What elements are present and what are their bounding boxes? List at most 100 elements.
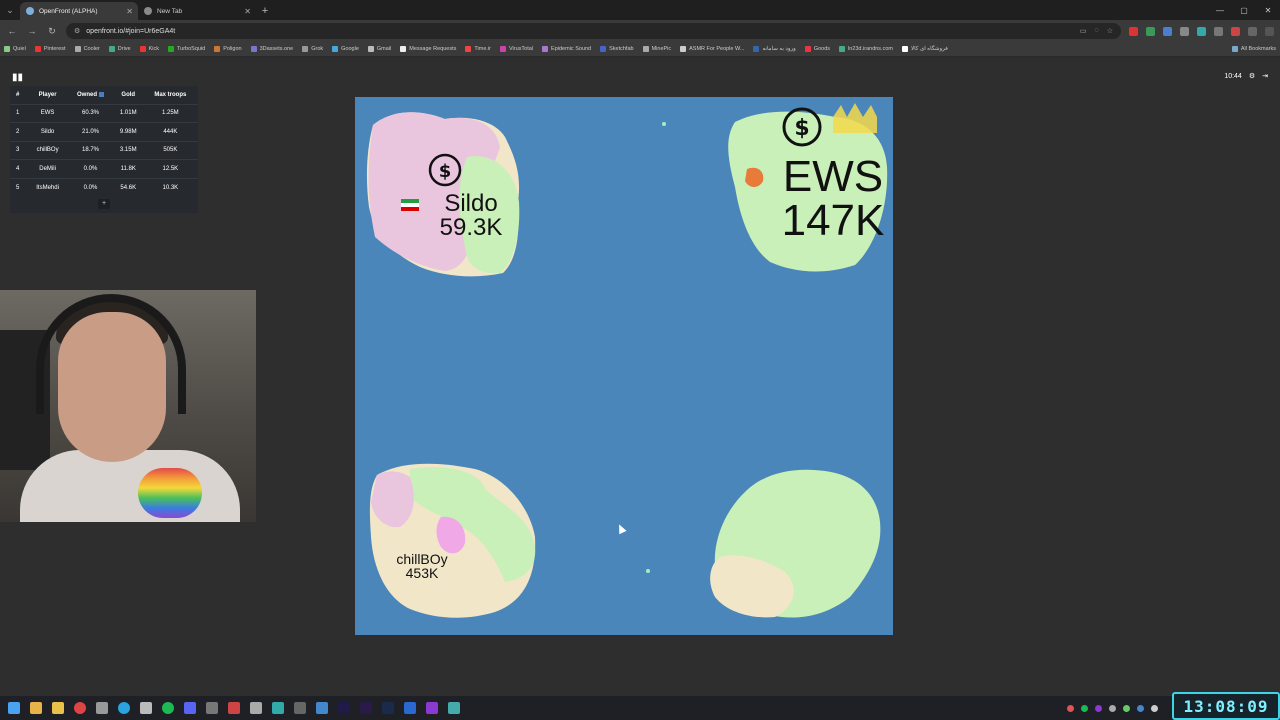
extension-icon[interactable] [1163,26,1172,36]
hide-icon[interactable]: ◌ [1095,27,1099,35]
telegram-icon[interactable] [118,702,130,714]
forward-icon[interactable]: → [26,26,38,36]
minimize-icon[interactable]: — [1208,0,1232,20]
leaderboard-cell-player: DeMili [39,165,56,172]
premiere-icon[interactable] [360,702,372,714]
tray-icon[interactable] [1081,704,1088,712]
tray-icon[interactable] [1109,704,1116,712]
leaderboard-expand-button[interactable]: + [98,198,110,209]
steam-icon[interactable] [140,702,152,714]
tray-icon[interactable] [1095,704,1102,712]
bookmark-item[interactable]: Grok [302,46,323,52]
settings-gear-icon[interactable]: ⚙ [1249,72,1255,80]
close-tab-icon[interactable]: ✕ [126,7,133,16]
close-tab-icon[interactable]: ✕ [244,7,251,16]
reload-icon[interactable]: ↻ [46,26,58,37]
tab-search-icon[interactable]: ⌄ [0,0,20,20]
app-icon[interactable] [448,702,460,714]
tab-openfront[interactable]: OpenFront (ALPHA) ✕ [20,2,138,20]
app-icon[interactable] [250,702,262,714]
bookmark-item[interactable]: Quiel [4,46,26,52]
bookmark-item[interactable]: 3Dassets.one [250,46,293,52]
bookmark-item[interactable]: Sketchfab [600,46,634,52]
site-info-icon[interactable]: ⚙ [74,27,80,35]
start-menu-icon[interactable] [8,702,20,714]
app-icon[interactable] [272,702,284,714]
chrome-icon[interactable] [74,702,86,714]
app-icon[interactable] [228,702,240,714]
menu-dots-icon[interactable] [1265,26,1274,36]
bookmark-item[interactable]: ورود به سامانه [753,46,796,52]
col-max-troops[interactable]: Max troops [143,86,198,104]
maximize-icon[interactable]: ▢ [1232,0,1256,20]
bookmark-item[interactable]: ln23d.irandns.com [839,46,893,52]
bookmark-item[interactable]: ASMR For People W... [680,46,744,52]
app-icon[interactable] [316,702,328,714]
profile-avatar-icon[interactable] [1248,26,1257,36]
bookmark-item[interactable]: Google [332,46,359,52]
photoshop-icon[interactable] [382,702,394,714]
discord-icon[interactable] [184,702,196,714]
player-label-sildo[interactable]: Sildo 59.3K [421,192,521,240]
tray-icon[interactable] [1123,704,1130,712]
app-icon[interactable] [206,702,218,714]
bluetooth-icon[interactable] [1137,704,1144,712]
leaderboard-row[interactable]: 1 EWS 60.3% 1.01M 1.25M [10,104,198,123]
back-icon[interactable]: ← [6,26,18,36]
tab-new-tab[interactable]: New Tab ✕ [138,2,256,20]
bookmark-item[interactable]: MinePic [642,46,671,52]
leaderboard-row[interactable]: 2 Sildo 21.0% 9.98M 444K [10,122,198,142]
file-explorer-icon[interactable] [52,702,64,714]
bookmark-label: Gmail [376,46,392,52]
bookmark-item[interactable]: Cooler [74,46,100,52]
extension-icon[interactable] [1146,26,1155,36]
app-icon[interactable] [96,702,108,714]
bookmark-item[interactable]: Time.ir [465,46,491,52]
bookmark-item[interactable]: Message Requests [400,46,456,52]
player-label-ews[interactable]: EWS 147K [773,155,893,243]
bookmark-item[interactable]: Poligon [214,46,242,52]
close-window-icon[interactable]: ✕ [1256,0,1280,20]
bookmark-label: Drive [117,46,131,52]
bookmark-item[interactable]: Goods [804,46,830,52]
spotify-icon[interactable] [162,702,174,714]
search-icon[interactable] [30,702,42,714]
cast-icon[interactable]: ▭ [1080,27,1087,35]
all-bookmarks-button[interactable]: All Bookmarks [1231,46,1276,52]
leaderboard-row[interactable]: 5 ItsMehdi 0.0% 54.6K 10.3K [10,178,198,197]
bookmark-item[interactable]: Drive [108,46,131,52]
leaderboard-row[interactable]: 3 chillBOy 18.7% 3.15M 505K [10,141,198,160]
game-map[interactable]: $ $ EWS 147K Sildo 59.3K chillBOy 453K [355,97,893,635]
bookmark-favicon-icon [499,46,506,52]
extension-icon[interactable] [1197,26,1206,36]
app-icon[interactable] [426,702,438,714]
extension-icon[interactable] [1180,26,1189,36]
col-owned[interactable]: Owned [67,86,114,104]
app-icon[interactable] [404,702,416,714]
bookmark-label: ASMR For People W... [689,46,745,52]
new-tab-button[interactable]: + [256,2,274,20]
leaderboard-cell-owned: 60.3% [82,110,100,117]
bookmark-item[interactable]: Epidemic Sound [542,46,591,52]
bookmark-item[interactable]: Pinterest [34,46,66,52]
address-bar[interactable]: ⚙ openfront.io/#join=Ur6eGA4t ▭ ◌ ☆ [66,23,1121,39]
leaderboard-toggle-icon[interactable]: ▮▮ [12,72,23,83]
leaderboard-row[interactable]: 4 DeMili 0.0% 11.8K 12.5K [10,159,198,179]
tray-icon[interactable] [1067,704,1074,712]
bookmark-item[interactable]: Gmail [367,46,392,52]
bookmark-item[interactable]: VirusTotal [499,46,533,52]
col-player[interactable]: Player [28,86,67,104]
exit-icon[interactable]: ⇥ [1262,72,1268,80]
after-effects-icon[interactable] [338,702,350,714]
bookmark-item[interactable]: فروشگاه ای کالا [901,46,948,52]
extension-icon[interactable] [1129,26,1138,36]
tray-icon[interactable] [1151,704,1158,712]
bookmark-item[interactable]: Kick [139,46,159,52]
bookmark-item[interactable]: TurboSquid [168,46,205,52]
extension-icon[interactable] [1231,26,1240,36]
puzzle-icon[interactable] [1214,26,1223,36]
col-gold[interactable]: Gold [114,86,143,104]
bookmark-star-icon[interactable]: ☆ [1107,27,1113,35]
app-icon[interactable] [294,702,306,714]
player-label-chillboy[interactable]: chillBOy 453K [389,552,455,580]
